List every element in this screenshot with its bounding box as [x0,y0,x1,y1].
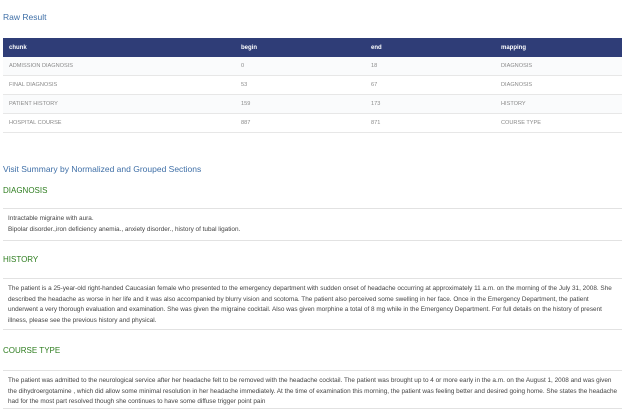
cell-end: 18 [365,57,495,76]
course-type-content: The patient was admitted to the neurolog… [3,370,622,409]
history-heading: HISTORY [3,255,39,264]
column-header-begin[interactable]: begin [235,38,365,57]
cell-chunk: HOSPITAL COURSE [3,113,235,133]
cell-end: 173 [365,94,495,114]
cell-chunk: PATIENT HISTORY [3,94,235,114]
course-type-text: The patient was admitted to the neurolog… [8,377,618,405]
cell-mapping: DIAGNOSIS [495,75,622,95]
cell-begin: 159 [235,94,365,114]
visit-summary-title: Visit Summary by Normalized and Grouped … [3,164,202,174]
raw-result-title: Raw Result [3,12,47,22]
table-row: PATIENT HISTORY 159 173 HISTORY [3,94,622,114]
cell-end: 871 [365,113,495,133]
cell-mapping: COURSE TYPE [495,113,622,133]
diagnosis-line: Bipolar disorder.,iron deficiency anemia… [8,225,241,233]
table-row: FINAL DIAGNOSIS 53 67 DIAGNOSIS [3,75,622,95]
table-row: ADMISSION DIAGNOSIS 0 18 DIAGNOSIS [3,57,622,76]
column-header-chunk[interactable]: chunk [3,38,235,57]
column-header-mapping[interactable]: mapping [495,38,622,57]
cell-chunk: ADMISSION DIAGNOSIS [3,57,235,76]
history-content: The patient is a 25-year-old right-hande… [3,278,622,330]
diagnosis-content: Intractable migraine with aura. Bipolar … [3,208,622,241]
cell-end: 67 [365,75,495,95]
table-row: HOSPITAL COURSE 887 871 COURSE TYPE [3,113,622,133]
cell-mapping: DIAGNOSIS [495,57,622,76]
column-header-end[interactable]: end [365,38,495,57]
cell-begin: 887 [235,113,365,133]
course-type-heading: COURSE TYPE [3,346,61,355]
table-header-row: chunk begin end mapping [3,38,622,57]
cell-chunk: FINAL DIAGNOSIS [3,75,235,95]
raw-result-table: chunk begin end mapping ADMISSION DIAGNO… [3,38,622,133]
cell-begin: 0 [235,57,365,76]
cell-begin: 53 [235,75,365,95]
cell-mapping: HISTORY [495,94,622,114]
diagnosis-line: Intractable migraine with aura. [8,215,94,222]
diagnosis-heading: DIAGNOSIS [3,186,48,195]
history-text: The patient is a 25-year-old right-hande… [8,285,612,324]
